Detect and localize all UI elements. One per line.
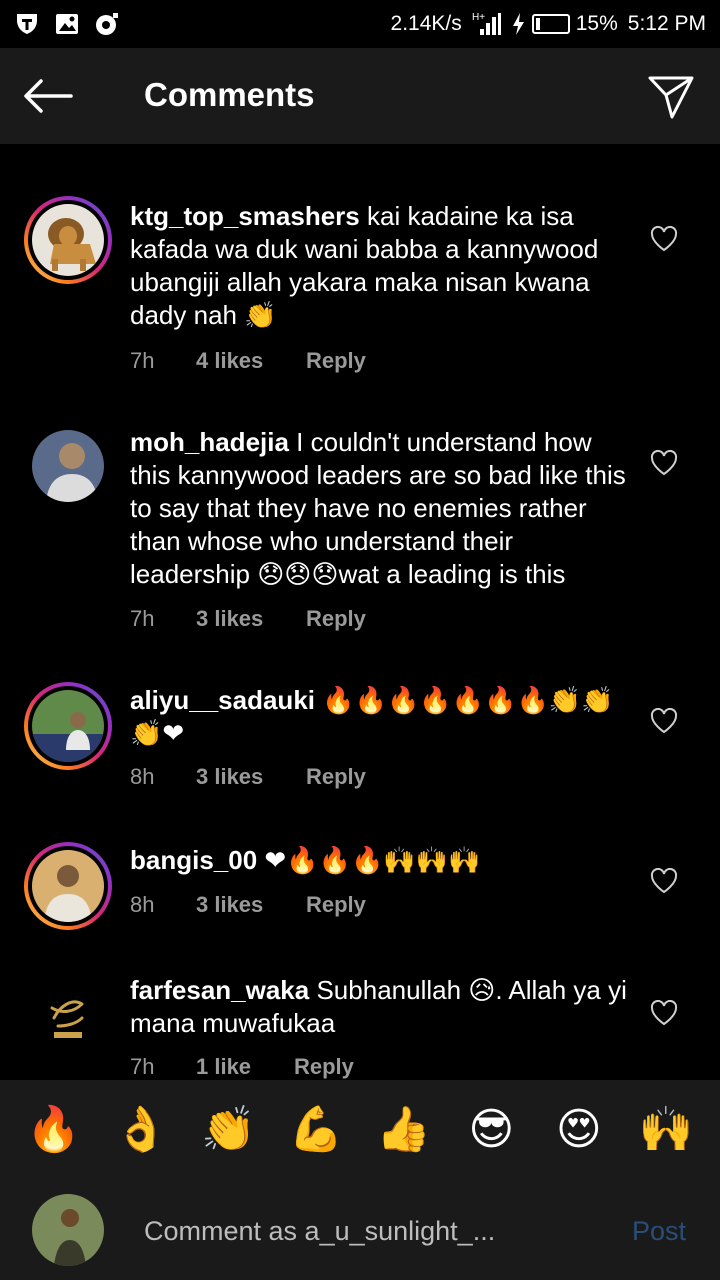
reply-button[interactable]: Reply	[306, 892, 366, 918]
reply-button[interactable]: Reply	[294, 1054, 354, 1080]
comment-body: ❤🔥🔥🔥🙌🙌🙌	[264, 845, 481, 875]
heart-icon[interactable]	[650, 1000, 678, 1026]
comment-item: farfesan_waka Subhanullah 😥. Allah ya yi…	[0, 974, 720, 1080]
comment-meta: 7h 4 likes Reply	[130, 348, 366, 374]
comment-meta: 7h 1 like Reply	[130, 1054, 354, 1080]
image-notification-icon	[56, 14, 78, 34]
comment-text: aliyu__sadauki 🔥🔥🔥🔥🔥🔥🔥👏👏👏❤	[130, 684, 630, 750]
emoji-button[interactable]: 👏	[199, 1100, 259, 1160]
lion-avatar-image	[32, 204, 104, 276]
comment-username[interactable]: aliyu__sadauki	[130, 685, 315, 715]
reply-button[interactable]: Reply	[306, 606, 366, 632]
svg-text:H+: H+	[472, 12, 485, 23]
comment-likes[interactable]: 3 likes	[196, 892, 306, 918]
calligraphy-logo-avatar	[32, 978, 104, 1050]
avatar[interactable]	[32, 978, 104, 1050]
comment-composer: Post	[0, 1180, 720, 1280]
comment-time: 7h	[130, 606, 155, 631]
arrow-left-icon	[24, 79, 73, 113]
comment-time: 7h	[130, 1054, 155, 1079]
comment-username[interactable]: moh_hadejia	[130, 427, 289, 457]
emoji-button[interactable]: 👍	[374, 1100, 434, 1160]
avatar[interactable]	[32, 430, 104, 502]
comment-meta: 7h 3 likes Reply	[130, 606, 366, 632]
comment-likes[interactable]: 1 like	[196, 1054, 294, 1080]
avatar[interactable]	[24, 682, 112, 770]
heart-icon[interactable]	[650, 450, 678, 476]
heart-icon[interactable]	[650, 708, 678, 734]
comment-likes[interactable]: 4 likes	[196, 348, 306, 374]
emoji-button[interactable]: 👌	[111, 1100, 171, 1160]
app-notification-icon	[17, 14, 37, 34]
reply-button[interactable]: Reply	[306, 764, 366, 790]
comment-username[interactable]: farfesan_waka	[130, 975, 309, 1005]
post-button[interactable]: Post	[632, 1216, 686, 1247]
heart-icon[interactable]	[650, 226, 678, 252]
status-bar: 2.14K/s H+ 15% 5:12 PM	[0, 0, 720, 48]
comment-time: 7h	[130, 348, 155, 373]
paper-plane-icon	[648, 76, 694, 119]
comment-item: aliyu__sadauki 🔥🔥🔥🔥🔥🔥🔥👏👏👏❤ 8h 3 likes Re…	[0, 682, 720, 812]
avatar[interactable]	[24, 842, 112, 930]
music-notification-icon	[96, 13, 118, 35]
comment-item: bangis_00 ❤🔥🔥🔥🙌🙌🙌 8h 3 likes Reply	[0, 842, 720, 942]
share-button[interactable]	[644, 72, 698, 122]
comment-username[interactable]: ktg_top_smashers	[130, 201, 360, 231]
comment-username[interactable]: bangis_00	[130, 845, 257, 875]
comment-likes[interactable]: 3 likes	[196, 606, 306, 632]
emoji-button[interactable]: 😎	[461, 1100, 521, 1160]
clock: 5:12 PM	[627, 12, 706, 35]
comment-time: 8h	[130, 892, 155, 917]
network-speed: 2.14K/s	[390, 12, 462, 35]
page-title: Comments	[144, 76, 315, 113]
comment-time: 8h	[130, 764, 155, 789]
back-button[interactable]	[20, 72, 76, 120]
comment-input[interactable]	[144, 1210, 604, 1252]
user-avatar-image	[32, 430, 104, 502]
emoji-button[interactable]: 😍	[549, 1100, 609, 1160]
signal-icon: H+	[472, 12, 501, 35]
charging-icon	[512, 13, 524, 35]
heart-icon[interactable]	[650, 868, 678, 894]
avatar[interactable]	[24, 196, 112, 284]
user-avatar-image	[32, 1194, 104, 1266]
comment-meta: 8h 3 likes Reply	[130, 892, 366, 918]
emoji-reaction-bar: 🔥 👌 👏 💪 👍 😎 😍 🙌	[0, 1080, 720, 1180]
comment-text: bangis_00 ❤🔥🔥🔥🙌🙌🙌	[130, 844, 630, 877]
battery-indicator: 15%	[512, 12, 618, 36]
emoji-button[interactable]: 🔥	[24, 1100, 84, 1160]
comment-meta: 8h 3 likes Reply	[130, 764, 366, 790]
comment-item: moh_hadejia I couldn't understand how th…	[0, 426, 720, 666]
battery-percent: 15%	[575, 12, 618, 35]
comment-text: ktg_top_smashers kai kadaine ka isa kafa…	[130, 200, 630, 332]
comment-likes[interactable]: 3 likes	[196, 764, 306, 790]
battery-icon	[531, 14, 570, 34]
reply-button[interactable]: Reply	[306, 348, 366, 374]
comments-list[interactable]: ktg_top_smashers kai kadaine ka isa kafa…	[0, 144, 720, 1080]
user-avatar-image	[32, 850, 104, 922]
emoji-button[interactable]: 🙌	[636, 1100, 696, 1160]
my-avatar	[32, 1194, 104, 1266]
comments-header: Comments	[0, 48, 720, 144]
comment-text: farfesan_waka Subhanullah 😥. Allah ya yi…	[130, 974, 630, 1040]
comment-item: ktg_top_smashers kai kadaine ka isa kafa…	[0, 196, 720, 436]
comment-text: moh_hadejia I couldn't understand how th…	[130, 426, 630, 591]
emoji-button[interactable]: 💪	[286, 1100, 346, 1160]
user-avatar-image	[32, 690, 104, 762]
